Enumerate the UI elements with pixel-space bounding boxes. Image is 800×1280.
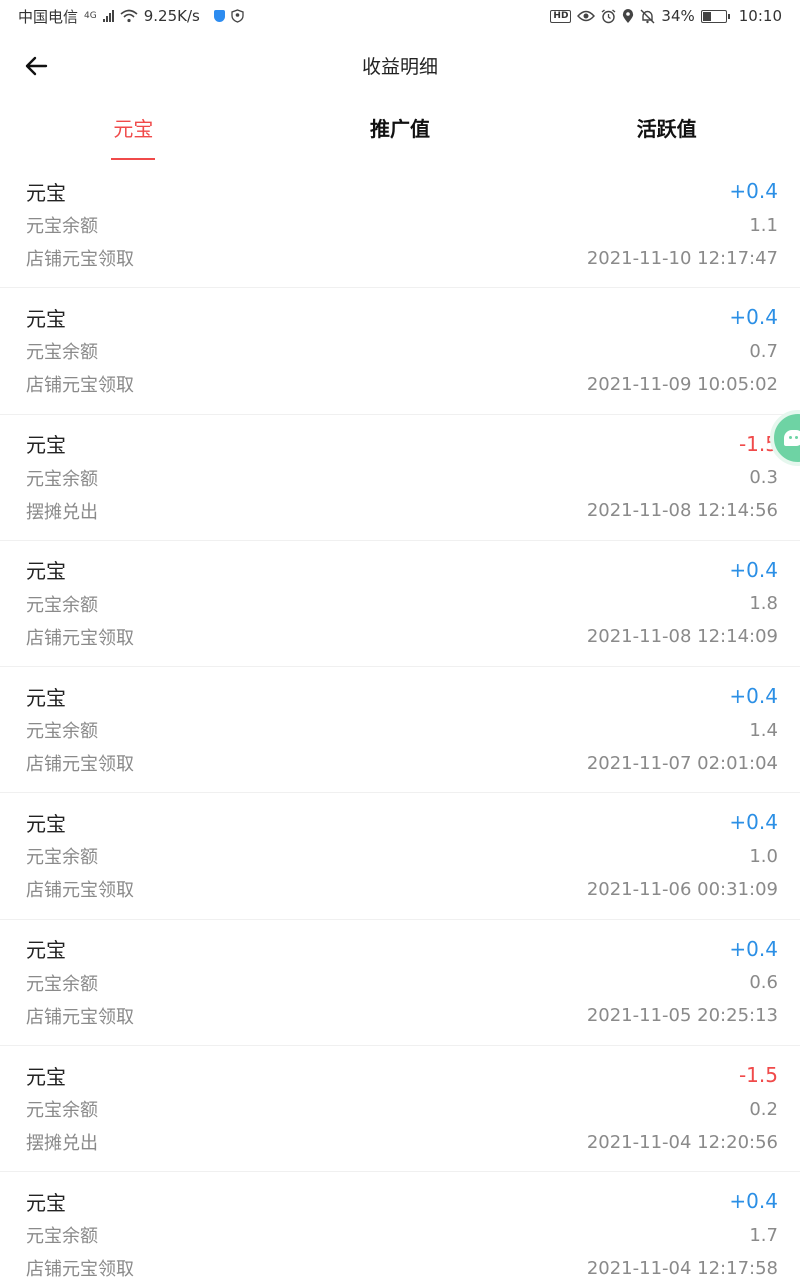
tab-label: 元宝 [113, 116, 154, 141]
signal-icon [102, 10, 114, 22]
balance-value: 1.0 [749, 845, 778, 867]
record-source: 摆摊兑出 [26, 1133, 98, 1155]
balance-value: 0.6 [749, 972, 778, 994]
record-name: 元宝 [26, 433, 66, 458]
balance-label: 元宝余额 [26, 847, 98, 869]
eye-icon [577, 10, 596, 22]
clock: 10:10 [738, 7, 782, 25]
record-name: 元宝 [26, 685, 66, 710]
alarm-icon [601, 8, 616, 23]
list-item[interactable]: 元宝 +0.4 元宝余额 1.4 店铺元宝领取 2021-11-07 02:01:04 [0, 667, 800, 794]
record-name: 元宝 [26, 1064, 66, 1089]
record-time: 2021-11-04 12:17:58 [586, 1257, 778, 1279]
record-amount: +0.4 [729, 1189, 778, 1214]
balance-label: 元宝余额 [26, 468, 98, 490]
record-name: 元宝 [26, 938, 66, 963]
balance-value: 0.3 [749, 467, 778, 489]
record-amount: +0.4 [729, 305, 778, 330]
record-source: 店铺元宝领取 [26, 375, 134, 397]
balance-label: 元宝余额 [26, 1226, 98, 1248]
record-time: 2021-11-08 12:14:09 [586, 626, 778, 648]
status-bar: 中国电信 4G 9.25K/s HD 34% 10:10 [0, 0, 800, 32]
record-name: 元宝 [26, 306, 66, 331]
status-bar-left: 中国电信 4G 9.25K/s [18, 6, 244, 27]
balance-label: 元宝余额 [26, 216, 98, 237]
carrier-name: 中国电信 [18, 7, 79, 26]
record-source: 店铺元宝领取 [26, 627, 134, 649]
balance-value: 1.1 [749, 214, 778, 236]
list-item[interactable]: 元宝 +0.4 元宝余额 1.7 店铺元宝领取 2021-11-04 12:17:58 [0, 1172, 800, 1280]
record-name: 元宝 [26, 1190, 66, 1215]
balance-value: 0.2 [749, 1098, 778, 1120]
arrow-left-icon [25, 56, 48, 76]
record-time: 2021-11-10 12:17:47 [586, 247, 778, 269]
nav-bar: 收益明细 [0, 32, 800, 98]
list-item[interactable]: 元宝 -1.5 元宝余额 0.2 摆摊兑出 2021-11-04 12:20:56 [0, 1046, 800, 1173]
page-title: 收益明细 [361, 55, 438, 78]
balance-label: 元宝余额 [26, 342, 98, 364]
balance-value: 1.7 [749, 1224, 778, 1246]
record-name: 元宝 [26, 559, 66, 584]
chat-bubble-icon [784, 430, 800, 446]
list-item[interactable]: 元宝 -1.5 元宝余额 0.3 摆摊兑出 2021-11-08 12:14:56 [0, 415, 800, 541]
battery-percent: 34% [661, 7, 695, 25]
tab-bar: 元宝 推广值 活跃值 [0, 98, 800, 162]
record-list: 元宝 +0.4 元宝余额 1.1 店铺元宝领取 2021-11-10 12:17:47… [0, 162, 800, 1280]
record-amount: +0.4 [729, 179, 778, 203]
list-item[interactable]: 元宝 +0.4 元宝余额 0.6 店铺元宝领取 2021-11-05 20:25:13 [0, 920, 800, 1047]
balance-label: 元宝余额 [26, 721, 98, 743]
record-time: 2021-11-04 12:20:56 [586, 1131, 778, 1153]
balance-value: 1.8 [749, 593, 778, 615]
list-item[interactable]: 元宝 +0.4 元宝余额 0.7 店铺元宝领取 2021-11-09 10:05:02 [0, 288, 800, 415]
balance-value: 1.4 [749, 719, 778, 741]
record-time: 2021-11-09 10:05:02 [586, 373, 778, 395]
wifi-icon [120, 9, 138, 23]
record-source: 店铺元宝领取 [26, 1006, 134, 1028]
record-amount: +0.4 [729, 936, 778, 961]
balance-label: 元宝余额 [26, 594, 98, 616]
back-button[interactable] [18, 48, 54, 84]
balance-value: 0.7 [749, 340, 778, 362]
shield-icon [213, 10, 225, 22]
record-source: 店铺元宝领取 [26, 249, 134, 270]
list-item[interactable]: 元宝 +0.4 元宝余额 1.1 店铺元宝领取 2021-11-10 12:17:47 [0, 162, 800, 289]
record-name: 元宝 [26, 811, 66, 836]
hd-badge: HD [550, 9, 572, 23]
record-time: 2021-11-05 20:25:13 [586, 1005, 778, 1027]
mute-icon [640, 9, 655, 23]
balance-label: 元宝余额 [26, 973, 98, 995]
record-amount: +0.4 [729, 684, 778, 709]
network-speed: 9.25K/s [143, 7, 200, 25]
list-item[interactable]: 元宝 +0.4 元宝余额 1.8 店铺元宝领取 2021-11-08 12:14:09 [0, 541, 800, 668]
record-source: 店铺元宝领取 [26, 754, 134, 776]
location-icon [623, 8, 634, 23]
balance-label: 元宝余额 [26, 1100, 98, 1122]
tab-activity[interactable]: 活跃值 [533, 98, 800, 162]
tab-label: 活跃值 [636, 116, 697, 141]
record-time: 2021-11-07 02:01:04 [586, 752, 778, 774]
record-name: 元宝 [26, 180, 66, 205]
record-amount: +0.4 [729, 557, 778, 582]
record-source: 店铺元宝领取 [26, 880, 134, 902]
list-item[interactable]: 元宝 +0.4 元宝余额 1.0 店铺元宝领取 2021-11-06 00:31:09 [0, 793, 800, 920]
record-source: 店铺元宝领取 [26, 1259, 134, 1280]
tab-yuanbao[interactable]: 元宝 [0, 98, 267, 162]
record-source: 摆摊兑出 [26, 501, 98, 523]
tab-promotion[interactable]: 推广值 [267, 98, 534, 162]
network-type: 4G [84, 11, 97, 21]
record-amount: -1.5 [738, 1063, 778, 1088]
record-time: 2021-11-06 00:31:09 [586, 878, 778, 900]
record-time: 2021-11-08 12:14:56 [586, 500, 778, 522]
status-bar-right: HD 34% 10:10 [550, 7, 782, 25]
battery-icon [700, 9, 730, 23]
vpn-icon [231, 9, 244, 23]
tab-label: 推广值 [370, 116, 430, 141]
record-amount: +0.4 [729, 810, 778, 835]
